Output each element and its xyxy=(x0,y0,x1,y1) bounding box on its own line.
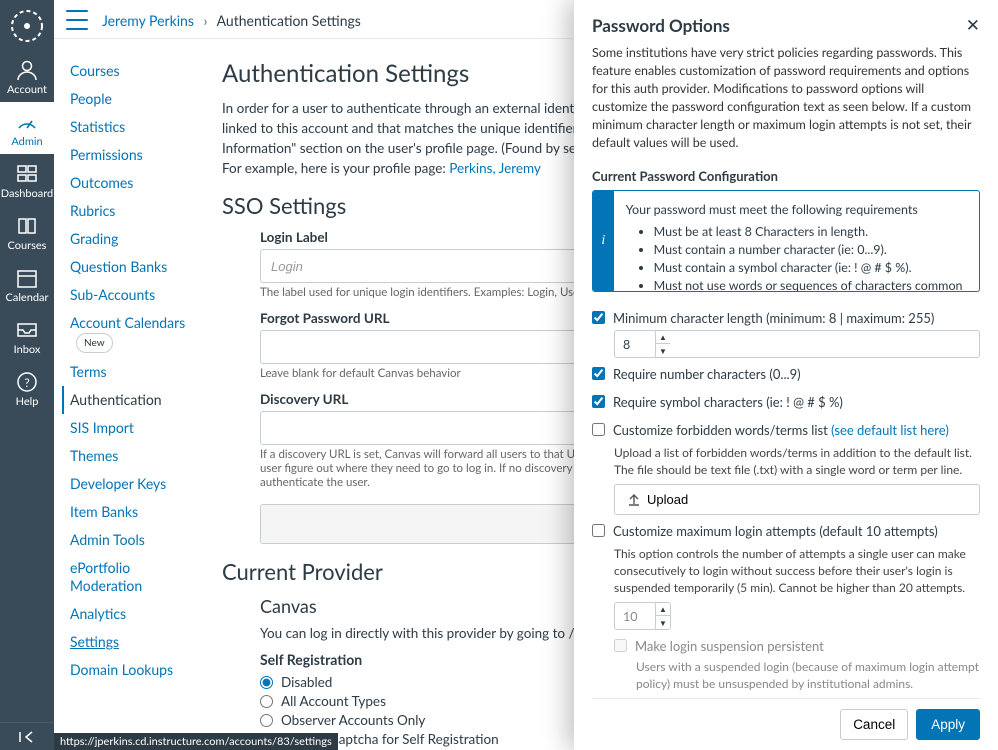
account-subnav: CoursesPeopleStatisticsPermissionsOutcom… xyxy=(54,39,198,749)
expand-icon xyxy=(18,730,36,744)
upload-button[interactable]: Upload xyxy=(614,484,980,515)
requirement-item: Must not use words or sequences of chara… xyxy=(654,277,967,292)
hamburger-menu[interactable] xyxy=(66,10,92,30)
nav-dashboard[interactable]: Dashboard xyxy=(0,154,54,206)
profile-link[interactable]: Perkins, Jeremy xyxy=(449,160,541,176)
requirement-item: Must be at least 8 Characters in length. xyxy=(654,223,967,241)
chevron-down-icon[interactable]: ▼ xyxy=(656,344,670,357)
tray-close-button[interactable]: ✕ xyxy=(966,14,980,36)
subnav-item-banks[interactable]: Item Banks xyxy=(64,498,198,526)
nav-admin[interactable]: Admin xyxy=(0,102,54,154)
opt-persist[interactable]: Make login suspension persistent xyxy=(614,638,980,654)
opt-maxlogin[interactable]: Customize maximum login attempts (defaul… xyxy=(592,523,980,539)
apply-button[interactable]: Apply xyxy=(916,709,980,740)
help-icon: ? xyxy=(15,370,39,394)
subnav-account-calendars[interactable]: Account CalendarsNew xyxy=(64,309,198,358)
subnav-sis-import[interactable]: SIS Import xyxy=(64,414,198,442)
password-options-tray: Password Options ✕ Some institutions hav… xyxy=(574,0,998,750)
breadcrumb-current: Authentication Settings xyxy=(217,12,361,29)
calendar-icon xyxy=(15,266,39,290)
tray-intro: Some institutions have very strict polic… xyxy=(592,44,980,152)
subnav-outcomes[interactable]: Outcomes xyxy=(64,169,198,197)
subnav-people[interactable]: People xyxy=(64,85,198,113)
requirement-item: Must contain a symbol character (ie: ! @… xyxy=(654,259,967,277)
subnav-question-banks[interactable]: Question Banks xyxy=(64,253,198,281)
nav-courses[interactable]: Courses xyxy=(0,206,54,258)
config-infobox: i Your password must meet the following … xyxy=(592,190,980,292)
nav-expand-toggle[interactable] xyxy=(0,722,54,750)
opt-symbol[interactable]: Require symbol characters (ie: ! @ # $ %… xyxy=(592,394,980,410)
subnav-sub-accounts[interactable]: Sub-Accounts xyxy=(64,281,198,309)
subnav-grading[interactable]: Grading xyxy=(64,225,198,253)
subnav-courses[interactable]: Courses xyxy=(64,57,198,85)
subnav-developer-keys[interactable]: Developer Keys xyxy=(64,470,198,498)
cancel-button[interactable]: Cancel xyxy=(840,709,908,740)
tray-title: Password Options ✕ xyxy=(592,14,980,36)
minlen-spinner[interactable]: 8 ▲▼ xyxy=(614,330,980,358)
subnav-eportfolio-moderation[interactable]: ePortfolio Moderation xyxy=(64,554,198,600)
default-list-link[interactable]: (see default list here) xyxy=(831,422,949,438)
subnav-settings[interactable]: Settings xyxy=(64,628,198,656)
maxlogin-spinner[interactable]: 10 ▲▼ xyxy=(614,602,671,630)
status-url: https://jperkins.cd.instructure.com/acco… xyxy=(54,733,338,750)
opt-number[interactable]: Require number characters (0...9) xyxy=(592,366,980,382)
tray-footer: Cancel Apply xyxy=(592,698,980,750)
breadcrumb: Jeremy Perkins › Authentication Settings xyxy=(102,12,361,29)
global-nav: Account Admin Dashboard Courses Calendar… xyxy=(0,0,54,750)
svg-text:?: ? xyxy=(24,375,29,390)
info-icon: i xyxy=(593,191,614,291)
subnav-authentication[interactable]: Authentication xyxy=(62,386,198,414)
subnav-analytics[interactable]: Analytics xyxy=(64,600,198,628)
subnav-domain-lookups[interactable]: Domain Lookups xyxy=(64,656,198,684)
subnav-terms[interactable]: Terms xyxy=(64,358,198,386)
brand-logo[interactable] xyxy=(7,6,47,46)
chevron-up-icon[interactable]: ▲ xyxy=(656,331,670,344)
subnav-themes[interactable]: Themes xyxy=(64,442,198,470)
nav-calendar[interactable]: Calendar xyxy=(0,258,54,310)
opt-forbidden[interactable]: Customize forbidden words/terms list (se… xyxy=(592,422,980,438)
chevron-down-icon[interactable]: ▼ xyxy=(656,616,670,629)
nav-inbox[interactable]: Inbox xyxy=(0,310,54,362)
book-icon xyxy=(15,214,39,238)
speedometer-icon xyxy=(15,110,39,134)
current-config-label: Current Password Configuration xyxy=(592,168,980,184)
nav-account[interactable]: Account xyxy=(0,50,54,102)
subnav-admin-tools[interactable]: Admin Tools xyxy=(64,526,198,554)
chevron-up-icon[interactable]: ▲ xyxy=(656,603,670,616)
nav-help[interactable]: ? Help xyxy=(0,362,54,414)
upload-icon xyxy=(627,493,641,507)
dashboard-icon xyxy=(15,162,39,186)
subnav-rubrics[interactable]: Rubrics xyxy=(64,197,198,225)
subnav-permissions[interactable]: Permissions xyxy=(64,141,198,169)
user-icon xyxy=(15,58,39,82)
requirement-item: Must contain a number character (ie: 0..… xyxy=(654,241,967,259)
config-requirement-list: Must be at least 8 Characters in length.… xyxy=(626,223,967,292)
opt-minlen[interactable]: Minimum character length (minimum: 8 | m… xyxy=(592,310,980,326)
subnav-statistics[interactable]: Statistics xyxy=(64,113,198,141)
breadcrumb-root[interactable]: Jeremy Perkins xyxy=(102,12,194,29)
inbox-icon xyxy=(15,318,39,342)
chevron-right-icon: › xyxy=(204,12,208,29)
